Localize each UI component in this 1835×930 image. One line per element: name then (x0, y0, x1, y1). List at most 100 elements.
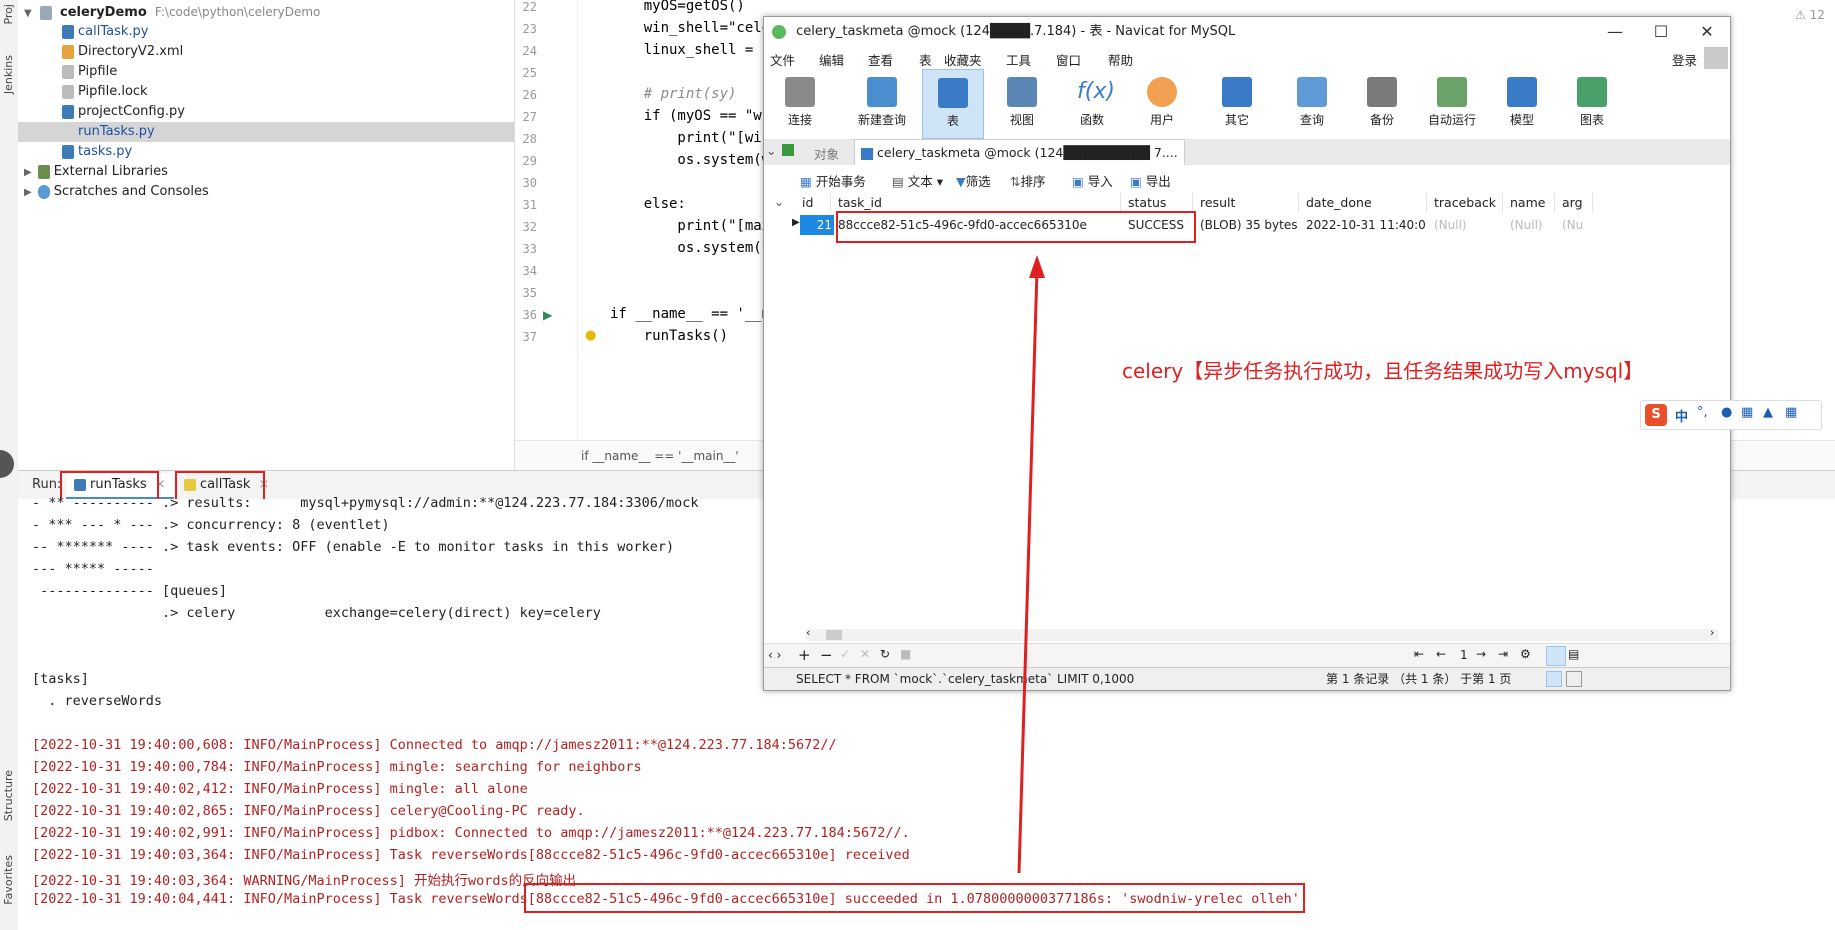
pane-right-icon[interactable] (1566, 671, 1582, 687)
punctuation-icon[interactable]: °, (1697, 405, 1708, 420)
project-tool-label[interactable]: Proj (2, 4, 15, 25)
automation-button[interactable]: 自动运行 (1422, 69, 1482, 137)
next-page-icon[interactable]: → (1476, 647, 1486, 661)
scroll-arrows-icon[interactable]: ‹ › (768, 648, 781, 662)
tree-external-libraries[interactable]: ▶ External Libraries (24, 162, 168, 182)
menu-edit[interactable]: 编辑 (819, 50, 844, 69)
menu-view[interactable]: 查看 (868, 50, 893, 69)
cell-id[interactable]: 21 (800, 215, 834, 235)
login-link[interactable]: 登录 (1672, 50, 1697, 69)
new-query-button[interactable]: 新建查询 (852, 69, 912, 137)
form-view-icon[interactable]: ▤ (1568, 647, 1579, 661)
col-header-arg[interactable]: arg (1556, 193, 1593, 213)
tab-table[interactable]: celery_taskmeta @mock (124█████████ 7...… (854, 139, 1185, 166)
lightbulb-icon[interactable]: ● (585, 328, 596, 343)
tab-objects[interactable]: 对象 (814, 144, 839, 163)
table-button[interactable]: 表 (922, 69, 984, 139)
col-header-id[interactable]: id (796, 193, 831, 213)
code-line[interactable]: # print(sy) (610, 86, 737, 102)
menu-table[interactable]: 表 (919, 50, 932, 69)
skin-icon[interactable]: ▲ (1763, 405, 1773, 420)
tree-file[interactable]: Pipfile.lock (62, 82, 148, 102)
horizontal-scrollbar[interactable]: ‹ › (806, 626, 1718, 641)
maximize-button[interactable]: ☐ (1638, 17, 1684, 47)
scroll-right-icon[interactable]: › (1710, 626, 1714, 639)
menu-help[interactable]: 帮助 (1108, 50, 1133, 69)
chart-button[interactable]: 图表 (1562, 69, 1622, 137)
data-grid[interactable]: id task_id status result date_done trace… (792, 193, 1730, 643)
structure-tool-label[interactable]: Structure (2, 770, 15, 821)
menu-file[interactable]: 文件 (770, 50, 795, 69)
scroll-thumb[interactable] (826, 630, 842, 640)
chevron-down-icon[interactable]: ▼ (24, 8, 32, 19)
chevron-down-icon[interactable]: ⌄ (766, 143, 776, 158)
cell-traceback[interactable]: (Null) (1434, 215, 1502, 235)
connect-button[interactable]: 连接 (770, 69, 830, 137)
last-page-icon[interactable]: ⇥ (1498, 647, 1508, 661)
stop-icon[interactable]: ■ (900, 647, 911, 661)
text-button[interactable]: ▤ 文本 ▾ (892, 171, 943, 190)
code-line[interactable]: runTasks() (610, 328, 728, 344)
col-header-traceback[interactable]: traceback (1428, 193, 1503, 213)
filter-button[interactable]: ▼筛选 (956, 171, 991, 190)
scroll-left-icon[interactable]: ‹ (806, 626, 810, 639)
chevron-down-icon[interactable]: ⌄ (774, 195, 784, 209)
query-button[interactable]: 查询 (1282, 69, 1342, 137)
tree-file[interactable]: tasks.py (62, 142, 132, 162)
tree-file[interactable]: callTask.py (62, 22, 148, 42)
favorites-tool-label[interactable]: Favorites (2, 855, 15, 905)
function-button[interactable]: f(x) 函数 (1062, 69, 1122, 137)
tree-file[interactable]: Pipfile (62, 62, 117, 82)
cell-date-done[interactable]: 2022-10-31 11:40:04 (1306, 215, 1426, 235)
col-header-date-done[interactable]: date_done (1300, 193, 1427, 213)
col-header-task-id[interactable]: task_id (832, 193, 1121, 213)
microphone-icon[interactable]: ● (1721, 405, 1732, 420)
jenkins-tool-label[interactable]: Jenkins (2, 55, 15, 94)
menu-tools[interactable]: 工具 (1006, 50, 1031, 69)
chevron-right-icon[interactable]: ▶ (24, 167, 32, 178)
keyboard-icon[interactable]: ▦ (1741, 405, 1753, 420)
view-button[interactable]: 视图 (992, 69, 1052, 137)
delete-record-icon[interactable]: − (820, 646, 833, 664)
discard-icon[interactable]: ✕ (860, 647, 870, 661)
user-button[interactable]: 用户 (1132, 69, 1192, 137)
backup-button[interactable]: 备份 (1352, 69, 1412, 137)
minimize-button[interactable]: — (1592, 17, 1638, 47)
apply-icon[interactable]: ✓ (840, 647, 850, 661)
col-header-status[interactable]: status (1122, 193, 1193, 213)
import-button[interactable]: ▣ 导入 (1072, 171, 1113, 190)
tree-file-selected[interactable]: runTasks.py (18, 122, 514, 142)
run-gutter-icon[interactable]: ▶ (543, 308, 552, 322)
add-record-icon[interactable]: + (798, 646, 811, 664)
begin-transaction-button[interactable]: ▦ 开始事务 (800, 171, 866, 190)
cell-arg[interactable]: (Nu (1562, 215, 1586, 235)
export-button[interactable]: ▣ 导出 (1130, 171, 1171, 190)
close-button[interactable]: ✕ (1684, 17, 1730, 47)
pane-left-icon[interactable] (1546, 671, 1562, 687)
warning-badge[interactable]: ⚠ 12 (1795, 8, 1825, 22)
navicat-titlebar[interactable]: celery_taskmeta @mock (124████.7.184) - … (764, 17, 1730, 47)
col-header-name[interactable]: name (1504, 193, 1555, 213)
cell-name[interactable]: (Null) (1510, 215, 1554, 235)
tree-file[interactable]: projectConfig.py (62, 102, 185, 122)
grid-view-icon[interactable] (1546, 646, 1566, 666)
code-line[interactable]: else: (610, 196, 686, 212)
refresh-icon[interactable]: ↻ (880, 647, 890, 661)
prev-page-icon[interactable]: ← (1436, 647, 1446, 661)
first-page-icon[interactable]: ⇤ (1414, 647, 1424, 661)
code-line[interactable]: myOS=getOS() (610, 0, 745, 14)
other-button[interactable]: 其它 (1207, 69, 1267, 137)
menu-favorites[interactable]: 收藏夹 (944, 50, 982, 69)
cell-result[interactable]: (BLOB) 35 bytes (1200, 215, 1298, 235)
menu-window[interactable]: 窗口 (1056, 50, 1081, 69)
tree-scratches[interactable]: ▶ Scratches and Consoles (24, 182, 209, 202)
ime-mode[interactable]: 中 (1675, 406, 1688, 425)
toolbox-icon[interactable]: ▦ (1785, 405, 1797, 420)
col-header-result[interactable]: result (1194, 193, 1299, 213)
tree-file[interactable]: DirectoryV2.xml (62, 42, 183, 62)
tree-root[interactable]: ▼ celeryDemo F:\code\python\celeryDemo (24, 2, 320, 22)
collapse-handle[interactable] (0, 450, 14, 478)
ime-toolbar[interactable]: S 中 °, ● ▦ ▲ ▦ (1640, 400, 1822, 430)
navicat-window[interactable]: celery_taskmeta @mock (124████.7.184) - … (763, 16, 1731, 691)
sort-button[interactable]: ⇅排序 (1010, 171, 1046, 190)
